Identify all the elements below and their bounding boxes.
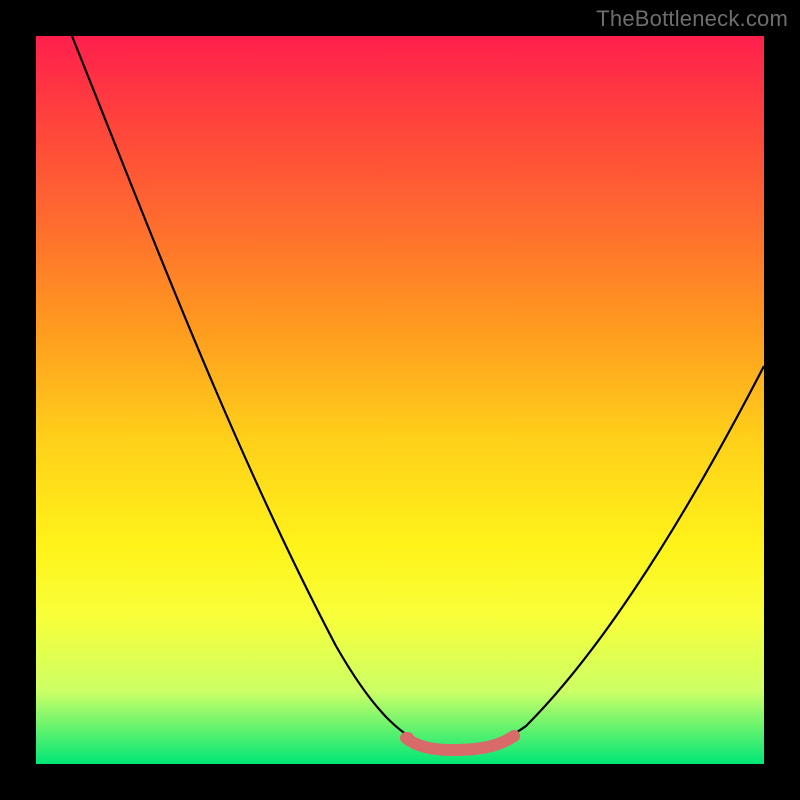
optimal-range-highlight (406, 736, 514, 750)
curve-layer (36, 36, 764, 764)
chart-frame: TheBottleneck.com (0, 0, 800, 800)
optimal-range-dot-right (508, 730, 520, 742)
plot-area (36, 36, 764, 764)
watermark-text: TheBottleneck.com (596, 6, 788, 32)
bottleneck-curve (72, 36, 764, 749)
optimal-range-dot-left (402, 732, 414, 744)
